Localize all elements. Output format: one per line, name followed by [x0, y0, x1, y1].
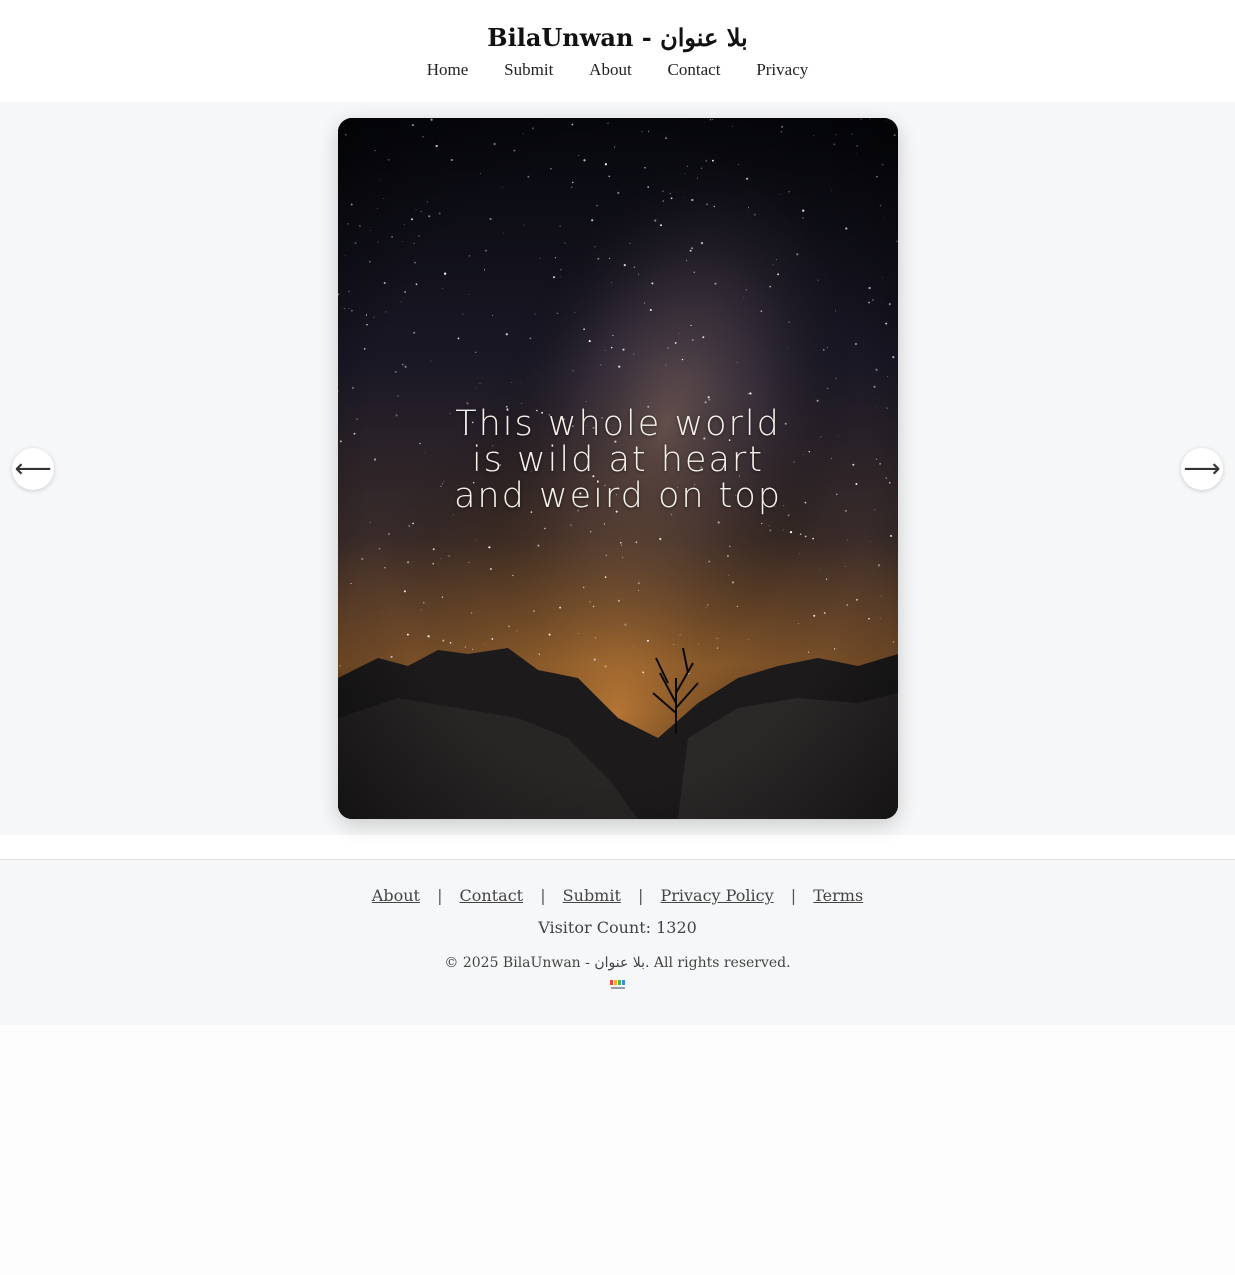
site-title[interactable]: BilaUnwan - بلا عنوان	[0, 0, 1235, 54]
footer-separator: |	[540, 886, 546, 905]
nav-contact[interactable]: Contact	[668, 60, 721, 80]
main-nav: Home Submit About Contact Privacy	[0, 60, 1235, 80]
nav-home[interactable]: Home	[427, 60, 469, 80]
site-header: BilaUnwan - بلا عنوان Home Submit About …	[0, 0, 1235, 102]
arrow-left-icon: ⟵	[14, 454, 52, 484]
footer-links: About | Contact | Submit | Privacy Polic…	[0, 860, 1235, 906]
visitor-count: Visitor Count: 1320	[538, 918, 697, 937]
quote-text: This whole world is wild at heart and we…	[453, 404, 783, 516]
footer-link-privacy-policy[interactable]: Privacy Policy	[660, 886, 773, 905]
footer-separator: |	[790, 886, 797, 905]
previous-button[interactable]: ⟵	[12, 448, 54, 490]
next-button[interactable]: ⟶	[1181, 448, 1223, 490]
quote-viewer: ⟵ This whole world is wild at heart and …	[0, 102, 1235, 835]
site-footer: About | Contact | Submit | Privacy Polic…	[0, 860, 1235, 1025]
footer-separator: |	[638, 886, 644, 905]
site-badge-icon	[609, 980, 625, 989]
footer-link-contact[interactable]: Contact	[460, 886, 524, 905]
footer-link-about[interactable]: About	[372, 886, 420, 905]
quote-card: This whole world is wild at heart and we…	[338, 118, 898, 819]
arrow-right-icon: ⟶	[1183, 454, 1221, 484]
footer-separator: |	[437, 886, 443, 905]
footer-link-submit[interactable]: Submit	[563, 886, 621, 905]
section-divider	[0, 835, 1235, 860]
footer-link-terms[interactable]: Terms	[813, 886, 863, 905]
nav-privacy[interactable]: Privacy	[756, 60, 808, 80]
copyright-text: © 2025 BilaUnwan - بلا عنوان. All rights…	[444, 955, 791, 971]
nav-about[interactable]: About	[589, 60, 632, 80]
nav-submit[interactable]: Submit	[504, 60, 553, 80]
